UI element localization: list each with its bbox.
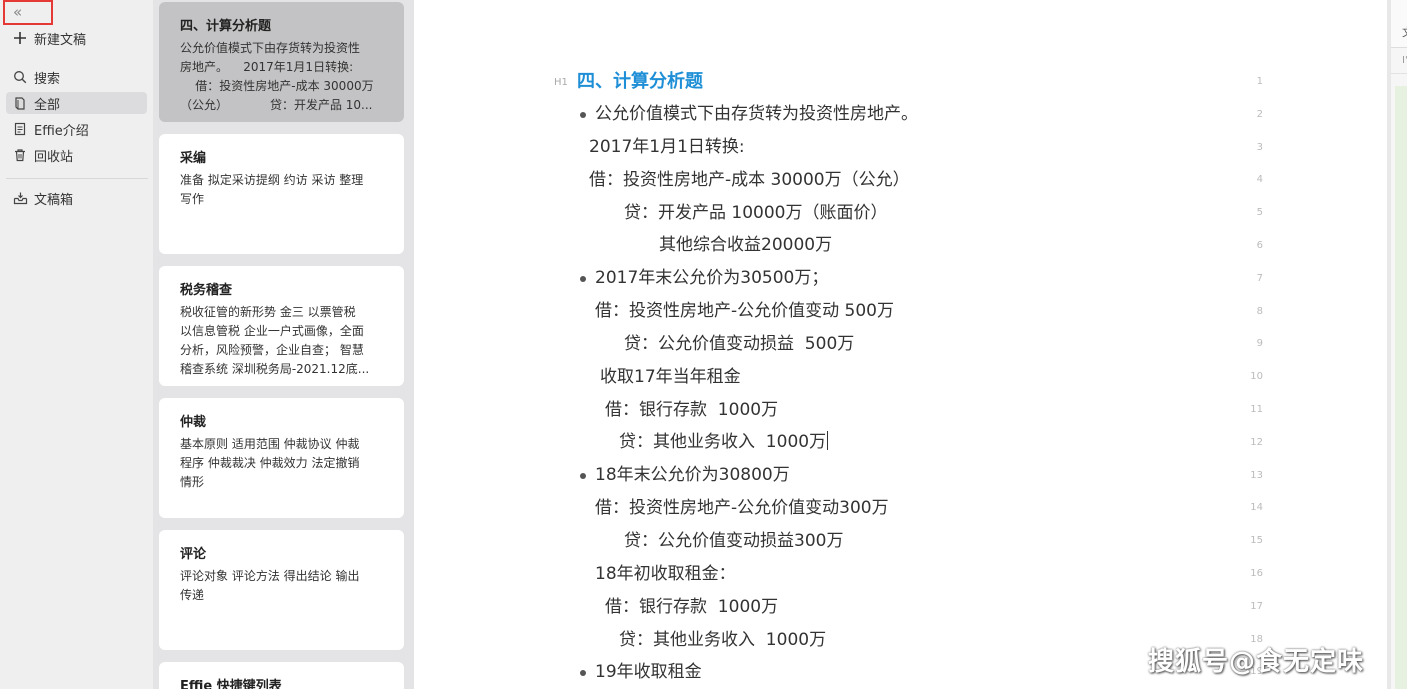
note-card-title: Effie 快捷键列表 [180,679,282,689]
new-doc-label: 新建文稿 [34,32,87,48]
sidebar-item-label: 全部 [34,97,61,113]
note-card-preview: 税收征管的新形势 金三 以票管税 以信息管税 企业一户式画像，全面 分析，风险预… [180,305,370,376]
note-card[interactable]: 采编 准备 拟定采访提纲 约访 采访 整理 写作 [159,134,404,254]
trash-icon [12,147,28,163]
line-number: 10 [1250,371,1263,382]
right-panel: 文 I' [1391,0,1407,689]
note-card-preview: 公允价值模式下由存货转为投资性 房地产。 2017年1月1日转换: 借：投资性房… [180,41,374,112]
note-card-title: 税务稽查 [180,283,233,298]
editor-line[interactable]: 借：银行存款 1000万 [605,596,778,618]
line-number: 15 [1250,535,1263,546]
right-panel-area [1395,86,1407,689]
bullet-icon [580,276,586,282]
sidebar-item-effie-intro[interactable]: Effie介绍 [6,118,147,140]
plus-icon [12,30,28,46]
line-number: 17 [1250,601,1263,612]
note-card-preview: 准备 拟定采访提纲 约访 采访 整理 写作 [180,173,364,206]
sidebar-item-label: 文稿箱 [34,192,74,208]
editor-line[interactable]: 借：投资性房地产-公允价值变动300万 [595,497,889,519]
inbox-icon [12,190,28,206]
note-list: 四、计算分析题 公允价值模式下由存货转为投资性 房地产。 2017年1月1日转换… [153,0,414,689]
editor-line[interactable]: 收取17年当年租金 [600,366,741,388]
editor-line[interactable]: 19年收取租金 [595,661,702,683]
note-card-title: 四、计算分析题 [180,19,272,34]
line-number: 8 [1256,306,1263,317]
sidebar-item-search[interactable]: 搜索 [6,66,147,88]
book-icon [12,95,28,111]
editor-line-text: 贷：其他业务收入 1000万 [619,432,827,452]
note-card[interactable]: Effie 快捷键列表 [159,662,404,689]
line-number: 11 [1250,404,1263,415]
line-number: 7 [1256,273,1263,284]
sidebar-item-trash[interactable]: 回收站 [6,144,147,166]
editor-line[interactable]: 贷：其他业务收入 1000万 [619,629,826,651]
editor-line[interactable]: 18年末公允价为30800万 [595,464,790,486]
note-card-title: 评论 [180,547,207,562]
divider [6,178,148,179]
sidebar-item-all[interactable]: 全部 [6,92,147,114]
line-number: 1 [1256,76,1263,87]
sidebar-item-label: Effie介绍 [34,123,89,139]
editor-line[interactable]: 借：银行存款 1000万 [605,399,778,421]
line-number: 4 [1256,174,1263,185]
editor-line-active[interactable]: 贷：其他业务收入 1000万 [619,431,829,453]
line-number: 6 [1256,240,1263,251]
sidebar-item-label: 回收站 [34,149,74,165]
collapse-sidebar-button[interactable]: « [3,0,53,25]
note-card[interactable]: 评论 评论对象 评论方法 得出结论 输出 传递 [159,530,404,650]
double-chevron-left-icon: « [13,3,23,21]
editor-line[interactable]: 公允价值模式下由存货转为投资性房地产。 [595,103,918,125]
bullet-icon [580,473,586,479]
search-icon [12,69,28,85]
editor-line[interactable]: 贷：公允价值变动损益300万 [624,530,843,552]
note-card-title: 采编 [180,151,207,166]
editor-line[interactable]: 贷：开发产品 10000万（账面价） [624,202,887,224]
new-doc-button[interactable]: 新建文稿 [6,27,147,49]
editor-line[interactable]: 2017年1月1日转换: [589,136,745,158]
editor-heading[interactable]: 四、计算分析题 [577,71,703,93]
line-number: 2 [1256,109,1263,120]
note-card-title: 仲裁 [180,415,207,430]
right-panel-row: I' [1391,50,1407,74]
note-card-selected[interactable]: 四、计算分析题 公允价值模式下由存货转为投资性 房地产。 2017年1月1日转换… [159,2,404,122]
line-number: 14 [1250,502,1263,513]
line-number: 5 [1256,207,1263,218]
document-icon [12,121,28,137]
note-card[interactable]: 税务稽查 税收征管的新形势 金三 以票管税 以信息管税 企业一户式画像，全面 分… [159,266,404,386]
heading-level-tag: H1 [554,77,568,88]
editor-line[interactable]: 贷：公允价值变动损益 500万 [624,333,854,355]
editor[interactable]: H1 四、计算分析题 公允价值模式下由存货转为投资性房地产。 2017年1月1日… [414,0,1387,689]
text-caret [827,431,829,450]
bullet-icon [580,670,586,676]
watermark: 搜狐号@食无定味 [1148,647,1365,677]
editor-line[interactable]: 2017年末公允价为30500万； [595,267,828,289]
note-card-preview: 评论对象 评论方法 得出结论 输出 传递 [180,569,360,602]
right-panel-tab[interactable]: 文 [1391,0,1407,48]
line-number: 12 [1250,437,1263,448]
line-number: 13 [1250,470,1263,481]
bullet-icon [580,112,586,118]
sidebar-item-inbox[interactable]: 文稿箱 [6,187,147,209]
editor-line[interactable]: 借：投资性房地产-成本 30000万（公允） [589,169,910,191]
line-number: 9 [1256,338,1263,349]
sidebar: « 新建文稿 搜索 全部 Effie介绍 回收站 文稿箱 [0,0,153,689]
line-number: 3 [1256,142,1263,153]
editor-line[interactable]: 借：投资性房地产-公允价值变动 500万 [595,300,894,322]
editor-line[interactable]: 其他综合收益20000万 [659,234,832,256]
sidebar-item-label: 搜索 [34,71,61,87]
note-card-preview: 基本原则 适用范围 仲裁协议 仲裁 程序 仲裁裁决 仲裁效力 法定撤销 情形 [180,437,360,489]
line-number: 16 [1250,568,1263,579]
editor-line[interactable]: 18年初收取租金： [595,563,736,585]
note-card[interactable]: 仲裁 基本原则 适用范围 仲裁协议 仲裁 程序 仲裁裁决 仲裁效力 法定撤销 情… [159,398,404,518]
